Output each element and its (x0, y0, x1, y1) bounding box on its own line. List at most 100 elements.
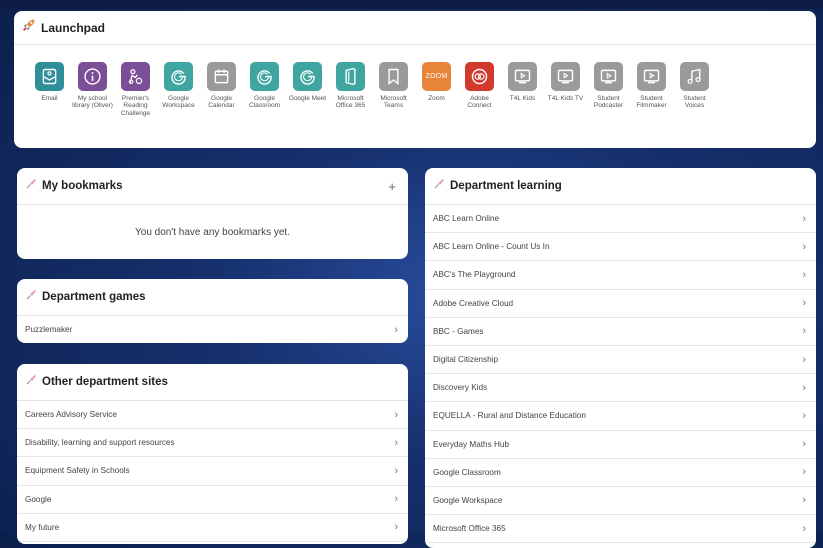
app-label: Email (41, 95, 58, 102)
app-label: Zoom (428, 95, 445, 102)
app-label: Google Meet (288, 95, 327, 102)
chevron-right-icon: › (394, 521, 398, 534)
list-item[interactable]: Discovery Kids › (425, 374, 816, 403)
list-item-label: Google (25, 494, 52, 504)
launchpad-app[interactable]: Google Meet (286, 62, 329, 117)
list-item-label: EQUELLA - Rural and Distance Education (433, 411, 586, 421)
list-item[interactable]: Microsoft Office 365 › (425, 515, 816, 544)
video-icon (551, 62, 580, 91)
bookmarks-header: My bookmarks + (17, 168, 408, 205)
chevron-right-icon: › (394, 408, 398, 421)
launchpad-title: Launchpad (41, 20, 106, 35)
list-item-label: Careers Advisory Service (25, 410, 117, 420)
list-item[interactable]: BBC - Games › (425, 318, 816, 346)
chevron-right-icon: › (394, 436, 398, 449)
launchpad-app[interactable]: T4L Kids TV (544, 62, 587, 117)
list-item[interactable]: ABC's The Playground › (425, 261, 816, 290)
adobe-connect-icon (465, 62, 494, 91)
list-item[interactable]: Everyday Maths Hub › (425, 431, 816, 459)
google-g-icon (250, 62, 279, 91)
launchpad-app[interactable]: T4L Kids (501, 62, 544, 117)
list-item[interactable]: Adobe Creative Cloud › (425, 290, 816, 318)
list-item[interactable]: Google Workspace › (425, 487, 816, 516)
launchpad-app[interactable]: Premier's Reading Challenge (114, 62, 157, 117)
list-item[interactable]: Google Classroom › (425, 459, 816, 487)
list-item-label: Puzzlemaker (25, 325, 73, 335)
chevron-right-icon: › (802, 325, 806, 338)
chevron-right-icon: › (394, 323, 398, 336)
games-list: Puzzlemaker › (17, 316, 408, 343)
zoom-tile-text: ZOOM (425, 73, 448, 80)
app-label: Student Voices (683, 95, 706, 110)
launchpad-app[interactable]: Google Classroom (243, 62, 286, 117)
pin-icon (25, 177, 37, 195)
zoom-icon: ZOOM (422, 62, 451, 91)
department-learning-panel: Department learning ABC Learn Online › ABC… (425, 168, 816, 548)
other-sites-panel: Other department sites Careers Advisory … (17, 364, 408, 544)
launchpad-apps: Email My school library (Oliver) Premier's… (28, 62, 716, 117)
department-games-panel: Department games Puzzlemaker › (17, 279, 408, 343)
chevron-right-icon: › (802, 466, 806, 479)
learning-title: Department learning (450, 180, 562, 192)
launchpad-app[interactable]: Adobe Connect (458, 62, 501, 117)
app-label: My school library (Oliver) (72, 95, 113, 110)
video-icon (637, 62, 666, 91)
list-item-label: My future (25, 522, 60, 532)
chevron-right-icon: › (802, 353, 806, 366)
launchpad-app[interactable]: Microsoft Office 365 (329, 62, 372, 117)
launchpad-app[interactable]: ZOOM Zoom (415, 62, 458, 117)
launchpad-app[interactable]: Email (28, 62, 71, 117)
list-item[interactable]: Puzzlemaker › (17, 316, 408, 343)
list-item[interactable]: Equipment Safety in Schools › (17, 457, 408, 486)
calendar-icon (207, 62, 236, 91)
app-label: T4L Kids (509, 95, 536, 102)
games-header: Department games (17, 279, 408, 316)
pin-icon (433, 177, 445, 195)
list-item[interactable]: Disability, learning and support resourc… (17, 429, 408, 458)
list-item-label: Microsoft Office 365 (433, 524, 506, 534)
list-item-label: Everyday Maths Hub (433, 439, 509, 449)
google-g-icon (293, 62, 322, 91)
app-label: Microsoft Teams (380, 95, 407, 110)
launchpad-app[interactable]: Student Voices (673, 62, 716, 117)
rocket-icon (22, 18, 36, 37)
app-label: Google Workspace (162, 95, 195, 110)
list-item[interactable]: EQUELLA - Rural and Distance Education › (425, 402, 816, 431)
list-item[interactable]: Digital Citizenship › (425, 346, 816, 375)
list-item[interactable]: Google › (17, 486, 408, 514)
learning-list: ABC Learn Online › ABC Learn Online - Coun… (425, 205, 816, 544)
list-item-label: BBC - Games (433, 326, 484, 336)
launchpad-app[interactable]: Google Calendar (200, 62, 243, 117)
top-bar (0, 0, 823, 9)
app-label: Adobe Connect (467, 95, 492, 110)
music-note-icon (680, 62, 709, 91)
other-sites-title: Other department sites (42, 376, 168, 388)
google-g-icon (164, 62, 193, 91)
chevron-right-icon: › (394, 493, 398, 506)
list-item-label: Equipment Safety in Schools (25, 466, 130, 476)
list-item[interactable]: Careers Advisory Service › (17, 401, 408, 430)
chevron-right-icon: › (802, 212, 806, 225)
list-item-label: ABC's The Playground (433, 270, 516, 280)
bookmarks-empty-message: You don't have any bookmarks yet. (135, 227, 290, 238)
launchpad-app[interactable]: Student Podcaster (587, 62, 630, 117)
launchpad-panel: Launchpad Email My school library (Oliver… (14, 11, 816, 148)
launchpad-app[interactable]: Google Workspace (157, 62, 200, 117)
list-item-label: Adobe Creative Cloud (433, 298, 514, 308)
add-bookmark-button[interactable]: + (388, 179, 396, 194)
chevron-right-icon: › (394, 464, 398, 477)
app-label: Google Calendar (208, 95, 235, 110)
launchpad-header: Launchpad (14, 11, 816, 45)
list-item[interactable]: ABC Learn Online › (425, 205, 816, 234)
chevron-right-icon: › (802, 268, 806, 281)
list-item-label: Digital Citizenship (433, 355, 499, 365)
launchpad-app[interactable]: My school library (Oliver) (71, 62, 114, 117)
launchpad-app[interactable]: Student Filmmaker (630, 62, 673, 117)
list-item[interactable]: My future › (17, 514, 408, 542)
launchpad-app[interactable]: Microsoft Teams (372, 62, 415, 117)
chevron-right-icon: › (802, 240, 806, 253)
learning-header: Department learning (425, 168, 816, 205)
chevron-right-icon: › (802, 409, 806, 422)
bookmarks-panel: My bookmarks + You don't have any bookma… (17, 168, 408, 259)
list-item[interactable]: ABC Learn Online - Count Us In › (425, 233, 816, 262)
